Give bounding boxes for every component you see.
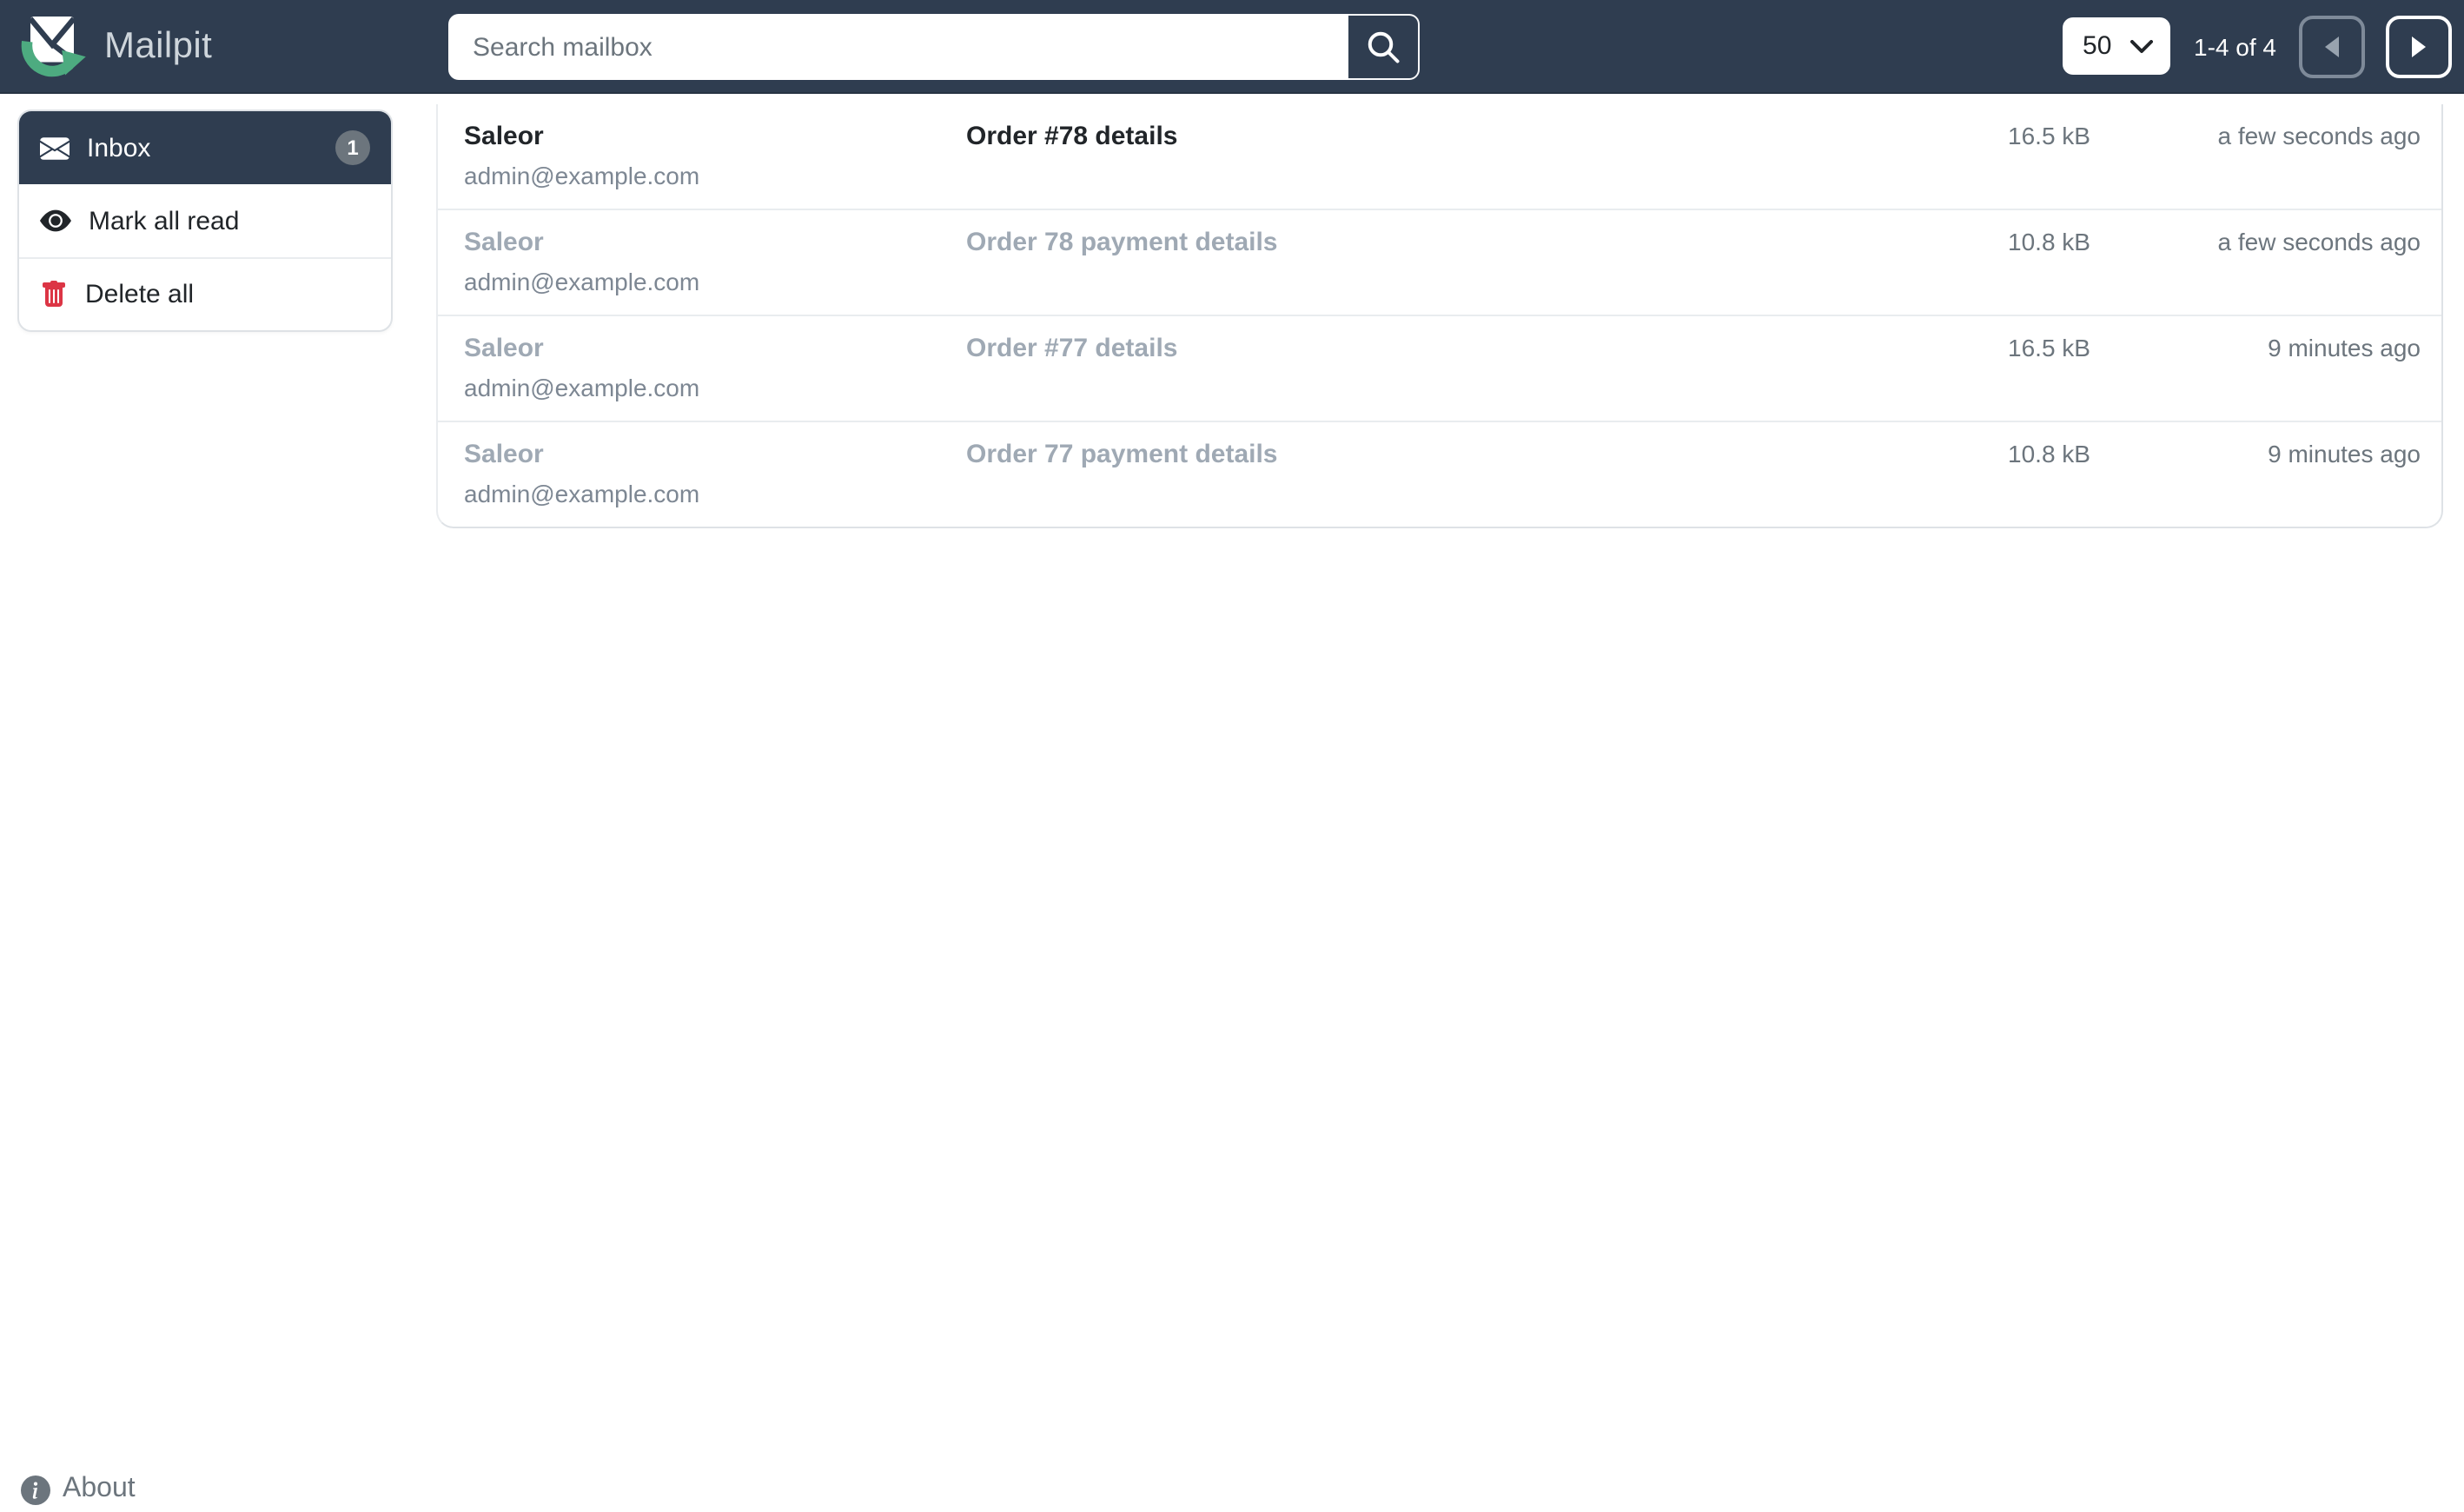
message-list: Saleor Order #78 details 16.5 kB a few s… bbox=[436, 104, 2443, 528]
per-page-value: 50 bbox=[2083, 31, 2112, 61]
message-row[interactable]: Saleor Order #77 details 16.5 kB 9 minut… bbox=[438, 316, 2441, 422]
search-icon bbox=[1366, 30, 1401, 64]
message-sender: Saleor bbox=[464, 228, 544, 257]
message-row[interactable]: Saleor Order 77 payment details 10.8 kB … bbox=[438, 422, 2441, 527]
message-size: 10.8 kB bbox=[2008, 228, 2090, 255]
brand[interactable]: Mailpit bbox=[17, 11, 212, 81]
message-subject: Order 78 payment details bbox=[966, 228, 1278, 257]
message-sender: Saleor bbox=[464, 440, 544, 469]
envelope-icon bbox=[40, 133, 70, 162]
chevron-down-icon bbox=[2130, 39, 2153, 53]
pagination-controls: 50 1-4 of 4 bbox=[2062, 15, 2452, 77]
about-link[interactable]: About bbox=[21, 1474, 136, 1505]
message-row[interactable]: Saleor Order #78 details 16.5 kB a few s… bbox=[438, 104, 2441, 210]
message-date: 9 minutes ago bbox=[2268, 440, 2421, 468]
about-label: About bbox=[63, 1474, 136, 1503]
message-subject: Order #77 details bbox=[966, 334, 1178, 363]
message-size: 16.5 kB bbox=[2008, 334, 2090, 361]
unread-count-badge: 1 bbox=[335, 130, 370, 165]
message-address: admin@example.com bbox=[464, 268, 700, 295]
mailpit-app: Mailpit 50 bbox=[0, 0, 2464, 1512]
caret-left-icon bbox=[2320, 32, 2344, 60]
per-page-select[interactable]: 50 bbox=[2062, 17, 2170, 75]
sidebar-item-delete-all[interactable]: Delete all bbox=[19, 257, 391, 330]
inbox-label: Inbox bbox=[87, 133, 151, 162]
message-size: 16.5 kB bbox=[2008, 122, 2090, 149]
delete-all-label: Delete all bbox=[85, 280, 195, 309]
message-sender: Saleor bbox=[464, 334, 544, 363]
message-date: 9 minutes ago bbox=[2268, 334, 2421, 361]
caret-right-icon bbox=[2407, 32, 2431, 60]
message-date: a few seconds ago bbox=[2217, 228, 2421, 255]
sidebar-item-mark-all-read[interactable]: Mark all read bbox=[19, 184, 391, 257]
next-page-button[interactable] bbox=[2386, 15, 2452, 77]
sidebar-item-inbox[interactable]: Inbox 1 bbox=[19, 111, 391, 184]
search-group bbox=[448, 14, 1420, 80]
sidebar: Inbox 1 Mark all read Delete all bbox=[17, 109, 393, 332]
message-subject: Order #78 details bbox=[966, 122, 1178, 151]
message-sender: Saleor bbox=[464, 122, 544, 151]
message-row[interactable]: Saleor Order 78 payment details 10.8 kB … bbox=[438, 210, 2441, 316]
mailpit-logo-icon bbox=[17, 11, 87, 81]
message-address: admin@example.com bbox=[464, 374, 700, 401]
info-icon bbox=[21, 1475, 50, 1504]
trash-icon bbox=[40, 280, 68, 309]
eye-icon bbox=[40, 205, 71, 236]
message-address: admin@example.com bbox=[464, 162, 700, 189]
message-address: admin@example.com bbox=[464, 480, 700, 507]
mark-all-read-label: Mark all read bbox=[89, 206, 240, 235]
navbar: Mailpit 50 bbox=[0, 0, 2464, 94]
search-button[interactable] bbox=[1348, 14, 1420, 80]
app-title: Mailpit bbox=[104, 25, 213, 65]
pagination-range-label: 1-4 of 4 bbox=[2194, 32, 2276, 60]
message-size: 10.8 kB bbox=[2008, 440, 2090, 468]
search-input[interactable] bbox=[448, 14, 1348, 80]
message-subject: Order 77 payment details bbox=[966, 440, 1278, 469]
prev-page-button[interactable] bbox=[2299, 15, 2365, 77]
message-date: a few seconds ago bbox=[2217, 122, 2421, 149]
